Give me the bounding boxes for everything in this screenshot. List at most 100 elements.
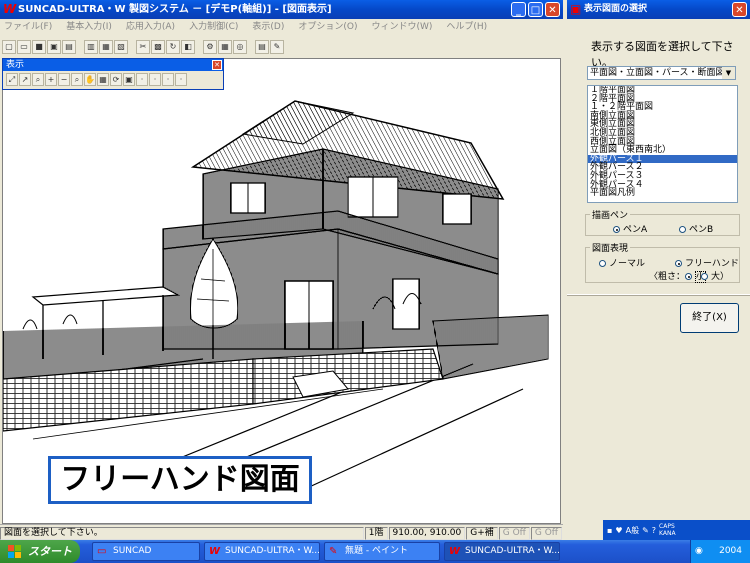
menu-applied-input[interactable]: 応用入力(A) [126, 19, 175, 36]
radio-dot-icon [679, 226, 686, 233]
freehand-caption: フリーハンド図面 [48, 456, 312, 504]
roughness-large-radio[interactable]: 大） [701, 269, 729, 282]
document-tool-icon[interactable]: ▤ [255, 40, 269, 54]
compass-tool-icon[interactable]: ◎ [233, 40, 247, 54]
ime-indicator[interactable]: A般 [626, 525, 639, 536]
taskbar-item-label: SUNCAD [113, 546, 152, 556]
windows-flag-icon [8, 545, 21, 558]
print-icon[interactable]: ▤ [62, 40, 76, 54]
display-palette-title: 表示 [6, 60, 25, 70]
system-clock[interactable]: ◉ 2004 [690, 540, 750, 563]
layer-tool-icon[interactable]: ▧ [114, 40, 128, 54]
zoom-in-icon[interactable]: + [45, 73, 57, 86]
zoom-previous-icon[interactable]: ⌕ [71, 73, 83, 86]
pen-a-radio[interactable]: ペンA [613, 222, 647, 235]
menu-options[interactable]: オプション(O) [298, 19, 357, 36]
taskbar-item-suncad[interactable]: ▭ SUNCAD [92, 542, 200, 561]
pan-icon[interactable]: ✋ [84, 73, 96, 86]
ime-help-icon[interactable]: ? [652, 526, 656, 535]
maximize-button[interactable]: □ [528, 2, 543, 17]
ime-toolbar: ▪ ♥ A般 ✎ ? CAPS KANA [603, 520, 750, 540]
status-g-off[interactable]: G Off [498, 526, 530, 540]
status-grid[interactable]: G+補 [466, 526, 498, 540]
main-window-title: SUNCAD-ULTRA・W 製図システム － [デモP(軸組)] - [図面表… [18, 4, 332, 15]
freehand-radio[interactable]: フリーハンド [675, 256, 739, 269]
taskbar-item-suncad-ultra-1[interactable]: W SUNCAD-ULTRA・W... [204, 542, 320, 561]
dialog-title-bar[interactable]: ▣ 表示図面の選択 ✕ [567, 0, 750, 19]
ime-heart-icon[interactable]: ♥ [615, 526, 622, 535]
drawing-listbox[interactable]: １階平面図 ２階平面図 １・２階平面図 南側立面図 東側立面図 北側立面図 西側立面図 立面図… [587, 85, 738, 203]
freehand-label: フリーハンド [685, 259, 739, 269]
taskbar: スタート ▭ SUNCAD W SUNCAD-ULTRA・W... ✎ 無題 - ペイ… [0, 540, 750, 563]
start-button[interactable]: スタート [0, 540, 80, 563]
disabled-tool-2-icon[interactable]: · [149, 73, 161, 86]
status-message: 図面を選択して下さい。 [0, 526, 364, 540]
door-tool-icon[interactable]: ▥ [84, 40, 98, 54]
menu-display[interactable]: 表示(D) [252, 19, 284, 36]
dialog-close-button[interactable]: ✕ [732, 2, 747, 17]
normal-radio[interactable]: ノーマル [599, 256, 645, 269]
disabled-tool-3-icon[interactable]: · [162, 73, 174, 86]
disabled-tool-4-icon[interactable]: · [175, 73, 187, 86]
refresh-tool-icon[interactable]: ↻ [166, 40, 180, 54]
new-file-icon[interactable]: ▢ [2, 40, 16, 54]
calendar-tool-icon[interactable]: ▦ [218, 40, 232, 54]
pen-group: 描画ペン [585, 208, 740, 236]
save-as-icon[interactable]: ▣ [47, 40, 61, 54]
roughness-small-radio[interactable]: 〈粗さ：小 [649, 269, 707, 283]
menu-help[interactable]: ヘルプ(H) [446, 19, 487, 36]
settings-tool-icon[interactable]: ⚙ [203, 40, 217, 54]
network-icon: ◉ [695, 546, 703, 556]
caps-indicator: CAPS [659, 523, 675, 530]
disabled-tool-1-icon[interactable]: · [136, 73, 148, 86]
taskbar-item-suncad-ultra-2[interactable]: W SUNCAD-ULTRA・W... [444, 542, 560, 561]
kana-indicator: KANA [659, 530, 676, 537]
grid-tool-icon[interactable]: ▩ [151, 40, 165, 54]
drawing-list-item[interactable]: 平面図凡例 [588, 189, 737, 198]
pen-tool-icon[interactable]: ✎ [270, 40, 284, 54]
radio-dot-icon [613, 226, 620, 233]
fit-view-icon[interactable]: ⤢ [6, 73, 18, 86]
clock-text: 2004 [719, 546, 742, 556]
view-mode-icon[interactable]: ▣ [123, 73, 135, 86]
menu-basic-input[interactable]: 基本入力(I) [66, 19, 112, 36]
status-floor: 1階 [364, 526, 388, 540]
roughness-large-label: 大） [711, 272, 730, 282]
palette-close-button[interactable]: ✕ [212, 60, 222, 70]
minimize-button[interactable]: _ [511, 2, 526, 17]
ime-mode-icon[interactable]: ▪ [607, 526, 612, 535]
suncad-app-icon: W [3, 2, 17, 16]
normal-label: ノーマル [609, 259, 646, 269]
drawing-type-select[interactable]: 平面図・立面図・パース・断面図 ▼ [587, 66, 736, 80]
menu-input-control[interactable]: 入力制御(C) [189, 19, 238, 36]
window-icon: ▭ [97, 546, 107, 557]
start-label: スタート [28, 545, 72, 558]
main-title-bar[interactable]: W SUNCAD-ULTRA・W 製図システム － [デモP(軸組)] - [図… [0, 0, 563, 19]
pen-b-radio[interactable]: ペンB [679, 222, 713, 235]
status-g-off-2[interactable]: G Off [530, 526, 562, 540]
display-palette-titlebar[interactable]: 表示 ✕ [3, 59, 223, 71]
drawing-canvas[interactable] [2, 58, 561, 524]
suncad-app-icon: W [449, 546, 461, 557]
view-rotate-icon[interactable]: ⟳ [110, 73, 122, 86]
chevron-down-icon[interactable]: ▼ [722, 67, 735, 79]
scissors-icon[interactable]: ✂ [136, 40, 150, 54]
save-icon[interactable]: ■ [32, 40, 46, 54]
menu-file[interactable]: ファイル(F) [4, 19, 52, 36]
status-coords: 910.00, 910.00 [388, 526, 466, 540]
close-button[interactable]: ✕ [545, 2, 560, 17]
color-palette-icon[interactable]: ▦ [99, 40, 113, 54]
status-bar: 図面を選択して下さい。 1階 910.00, 910.00 G+補 G Off … [0, 524, 563, 541]
dialog-divider [567, 294, 750, 296]
ime-tool-icon[interactable]: ✎ [642, 526, 649, 535]
zoom-icon[interactable]: ⌕ [32, 73, 44, 86]
taskbar-item-paint[interactable]: ✎ 無題 - ペイント [324, 542, 440, 561]
menu-window[interactable]: ウィンドウ(W) [371, 19, 432, 36]
render-tool-icon[interactable]: ◧ [181, 40, 195, 54]
radio-dot-icon [675, 260, 682, 267]
view-layer-icon[interactable]: ▦ [97, 73, 109, 86]
zoom-out-icon[interactable]: − [58, 73, 70, 86]
zoom-window-icon[interactable]: ↗ [19, 73, 31, 86]
end-button[interactable]: 終了(X) [680, 303, 739, 333]
open-folder-icon[interactable]: ▭ [17, 40, 31, 54]
